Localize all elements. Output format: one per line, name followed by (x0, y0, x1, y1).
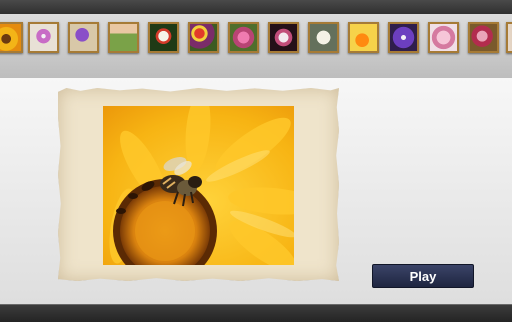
thumbnail-purple-flower[interactable] (68, 22, 99, 53)
thumbnail-bar[interactable] (0, 14, 512, 79)
thumbnail-red-pink-bouquet[interactable] (468, 22, 499, 53)
thumbnail-pink-bouquet[interactable] (228, 22, 259, 53)
thumbnail-sunflower[interactable] (0, 22, 23, 53)
thumbnail-cactus-flower[interactable] (108, 22, 139, 53)
thumbnail-lily[interactable] (268, 22, 299, 53)
thumbnail-violet-flower[interactable] (388, 22, 419, 53)
thumbnail-white-flowers[interactable] (148, 22, 179, 53)
thumbnail-red-bouquet[interactable] (188, 22, 219, 53)
thumbnail-orange-flower[interactable] (348, 22, 379, 53)
play-button[interactable]: Play (372, 264, 474, 288)
main-photo (103, 106, 294, 265)
top-status-strip (0, 0, 512, 14)
play-button-label: Play (409, 268, 437, 284)
bottom-navigation-bar (0, 304, 512, 322)
thumbnail-partial[interactable] (506, 22, 512, 53)
thumbnail-pink-blossom[interactable] (428, 22, 459, 53)
thumbnail-pink-flower[interactable] (28, 22, 59, 53)
bee-on-sunflower-photo (103, 106, 294, 265)
thumbnail-white-bouquet[interactable] (308, 22, 339, 53)
